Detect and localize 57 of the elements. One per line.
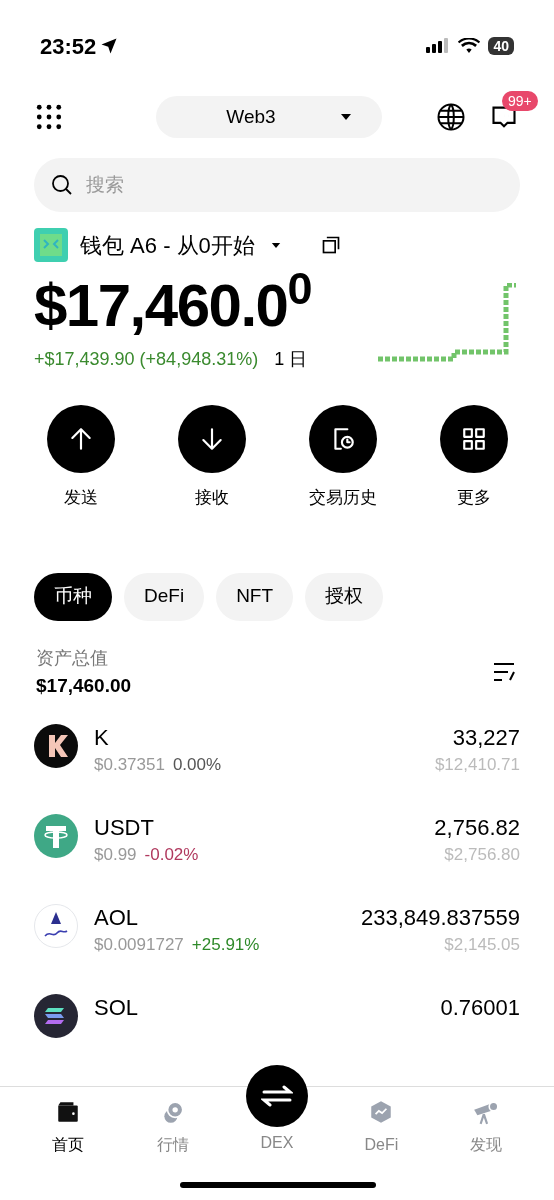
total-assets-label: 资产总值 [36,646,109,670]
price-change: 0.00% [172,754,222,776]
token-amount: 0.76001 [440,994,520,1022]
swap-icon [260,1084,293,1108]
token-logo-icon [34,994,78,1038]
nav-tab[interactable]: 首页 [26,1099,111,1157]
token-price: $0.0091727 [94,934,184,956]
tether-logo-icon [34,814,78,858]
action-button[interactable]: 交易历史 [296,405,389,511]
token-logo-icon [34,904,78,948]
token-value: $2,145.05 [444,934,520,956]
notification-badge: 99+ [502,91,538,111]
total-assets-value: $17,460.00 [36,673,132,698]
token-value: $2,756.80 [444,844,520,866]
token-price: $0.37351 [94,754,165,776]
token-amount: 33,227 [452,724,520,752]
location-arrow-icon [100,37,119,55]
total-balance: $17,460.0$^{0}$ [34,270,311,341]
action-button[interactable]: 接收 [165,405,258,511]
token-amount: 2,756.82 [434,814,520,842]
token-symbol: K [94,724,110,752]
wifi-icon [458,38,481,54]
token-amount: 233,849.837559 [360,904,520,932]
globe-icon[interactable] [436,102,466,132]
action-button[interactable]: 更多 [427,405,520,511]
grid-icon [460,426,487,452]
network-selector[interactable]: Web3 [156,96,382,138]
token-symbol: USDT [94,814,155,842]
caret-icon [339,113,352,121]
sort-icon[interactable] [492,661,518,684]
asset-tab[interactable]: 币种 [34,572,112,621]
asset-tab[interactable]: DeFi [124,572,205,621]
token-price: $0.99 [94,844,137,866]
wallet-selector[interactable]: 钱包 A6 - 从0开始 [80,228,281,262]
nav-tab[interactable]: 发现 [443,1099,528,1157]
caret-icon [270,241,281,249]
wallet-avatar-icon [34,228,68,262]
asset-tab[interactable]: 授权 [305,572,384,621]
search-icon [50,173,74,197]
search-field[interactable]: 搜索 [34,158,520,212]
battery-indicator: 40 [488,37,514,55]
status-time: 23:52 [40,32,97,61]
token-symbol: SOL [94,994,140,1022]
balance-change: +$17,439.90 (+84,948.31%) [34,348,259,371]
apps-grid-icon[interactable] [36,104,62,130]
signal-icon [426,38,451,54]
action-button[interactable]: 发送 [34,405,127,511]
copy-icon[interactable] [320,235,341,255]
nav-tab[interactable]: 行情 [130,1099,215,1157]
price-change: -0.02% [144,844,199,866]
price-change: +25.91% [191,934,260,956]
token-value: $12,410.71 [434,754,520,776]
period-label: 1 日 [274,348,308,371]
nav-tab[interactable]: DeFi [339,1099,424,1157]
token-symbol: AOL [94,904,140,932]
token-logo-icon [34,724,78,768]
asset-tab[interactable]: NFT [216,572,294,621]
